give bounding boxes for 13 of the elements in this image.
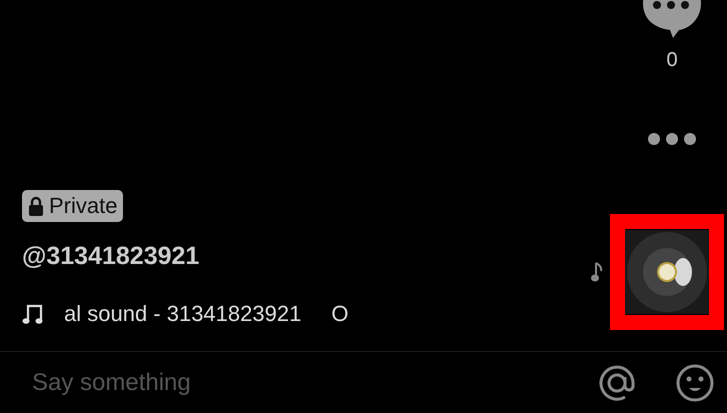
comment-count: 0 (666, 49, 678, 72)
sound-title: O (331, 301, 348, 327)
emoji-icon[interactable] (675, 362, 715, 402)
comment-icon[interactable] (642, 0, 702, 40)
username[interactable]: @31341823921 (22, 242, 200, 271)
comment-input[interactable]: Say something (32, 368, 559, 396)
private-badge: Private (22, 190, 124, 222)
mention-icon[interactable] (597, 362, 637, 402)
sound-title[interactable]: al sound - 31341823921 (64, 301, 302, 327)
music-note-icon (591, 261, 603, 283)
more-icon[interactable] (646, 131, 698, 147)
music-note-icon (22, 303, 44, 325)
music-disc-icon[interactable] (625, 230, 709, 314)
